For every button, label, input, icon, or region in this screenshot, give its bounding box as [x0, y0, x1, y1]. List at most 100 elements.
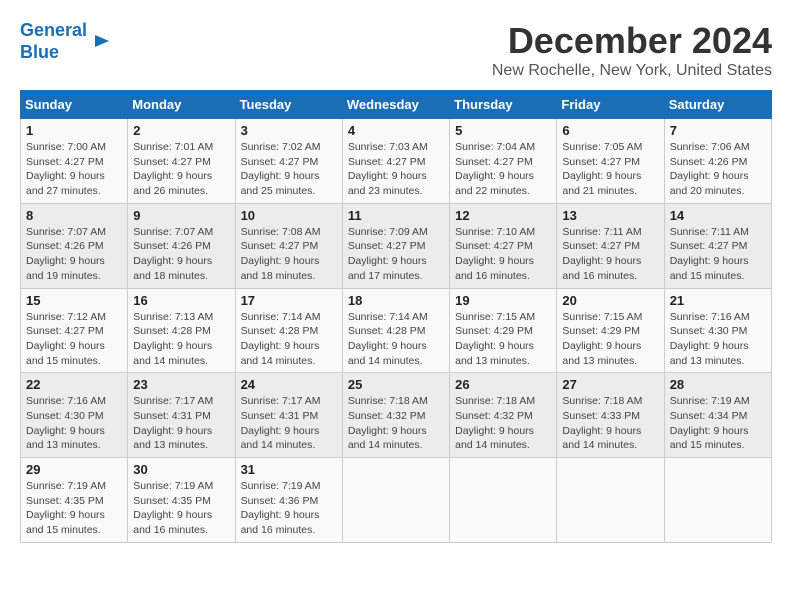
day-info: Sunrise: 7:06 AM Sunset: 4:26 PM Dayligh… [670, 140, 766, 199]
calendar-day-cell: 11 Sunrise: 7:09 AM Sunset: 4:27 PM Dayli… [342, 203, 449, 288]
logo: GeneralBlue [20, 20, 111, 63]
calendar-day-cell: 22 Sunrise: 7:16 AM Sunset: 4:30 PM Dayli… [21, 373, 128, 458]
calendar-header-cell: Saturday [664, 91, 771, 119]
day-number: 2 [133, 123, 229, 138]
day-info: Sunrise: 7:12 AM Sunset: 4:27 PM Dayligh… [26, 310, 122, 369]
calendar-day-cell: 18Sunrise: 7:14 AM Sunset: 4:28 PM Dayli… [342, 288, 449, 373]
day-number: 31 [241, 462, 337, 477]
calendar-day-cell: 1Sunrise: 7:00 AM Sunset: 4:27 PM Daylig… [21, 119, 128, 204]
calendar-header-cell: Monday [128, 91, 235, 119]
day-number: 3 [241, 123, 337, 138]
day-number: 1 [26, 123, 122, 138]
day-number: 18 [348, 293, 444, 308]
calendar-day-cell: 7 Sunrise: 7:06 AM Sunset: 4:26 PM Daylig… [664, 119, 771, 204]
calendar-day-cell: 26 Sunrise: 7:18 AM Sunset: 4:32 PM Dayli… [450, 373, 557, 458]
calendar-header-cell: Thursday [450, 91, 557, 119]
day-info: Sunrise: 7:19 AM Sunset: 4:35 PM Dayligh… [26, 479, 122, 538]
calendar-day-cell: 15 Sunrise: 7:12 AM Sunset: 4:27 PM Dayli… [21, 288, 128, 373]
calendar-header-cell: Friday [557, 91, 664, 119]
calendar-header-cell: Tuesday [235, 91, 342, 119]
day-number: 30 [133, 462, 229, 477]
calendar-day-cell: 13 Sunrise: 7:11 AM Sunset: 4:27 PM Dayli… [557, 203, 664, 288]
calendar-day-cell: 23 Sunrise: 7:17 AM Sunset: 4:31 PM Dayli… [128, 373, 235, 458]
day-info: Sunrise: 7:07 AM Sunset: 4:26 PM Dayligh… [26, 225, 122, 284]
day-number: 10 [241, 208, 337, 223]
calendar-day-cell: 14 Sunrise: 7:11 AM Sunset: 4:27 PM Dayli… [664, 203, 771, 288]
day-number: 22 [26, 377, 122, 392]
day-info: Sunrise: 7:16 AM Sunset: 4:30 PM Dayligh… [26, 394, 122, 453]
day-number: 13 [562, 208, 658, 223]
calendar-day-cell: 20 Sunrise: 7:15 AM Sunset: 4:29 PM Dayli… [557, 288, 664, 373]
day-number: 15 [26, 293, 122, 308]
day-info: Sunrise: 7:08 AM Sunset: 4:27 PM Dayligh… [241, 225, 337, 284]
day-info: Sunrise: 7:17 AM Sunset: 4:31 PM Dayligh… [133, 394, 229, 453]
day-info: Sunrise: 7:07 AM Sunset: 4:26 PM Dayligh… [133, 225, 229, 284]
calendar-title: December 2024 [492, 20, 772, 62]
calendar-day-cell: 3 Sunrise: 7:02 AM Sunset: 4:27 PM Daylig… [235, 119, 342, 204]
calendar-week-row: 29Sunrise: 7:19 AM Sunset: 4:35 PM Dayli… [21, 458, 772, 543]
day-info: Sunrise: 7:14 AM Sunset: 4:28 PM Dayligh… [241, 310, 337, 369]
day-number: 19 [455, 293, 551, 308]
calendar-week-row: 22 Sunrise: 7:16 AM Sunset: 4:30 PM Dayli… [21, 373, 772, 458]
day-info: Sunrise: 7:11 AM Sunset: 4:27 PM Dayligh… [670, 225, 766, 284]
day-number: 11 [348, 208, 444, 223]
title-section: December 2024 New Rochelle, New York, Un… [492, 20, 772, 80]
logo-icon [91, 31, 111, 51]
day-number: 17 [241, 293, 337, 308]
day-number: 20 [562, 293, 658, 308]
calendar-day-cell: 9 Sunrise: 7:07 AM Sunset: 4:26 PM Daylig… [128, 203, 235, 288]
day-number: 8 [26, 208, 122, 223]
day-info: Sunrise: 7:15 AM Sunset: 4:29 PM Dayligh… [455, 310, 551, 369]
day-info: Sunrise: 7:19 AM Sunset: 4:34 PM Dayligh… [670, 394, 766, 453]
calendar-day-cell: 8 Sunrise: 7:07 AM Sunset: 4:26 PM Daylig… [21, 203, 128, 288]
calendar-day-cell: 4Sunrise: 7:03 AM Sunset: 4:27 PM Daylig… [342, 119, 449, 204]
day-number: 25 [348, 377, 444, 392]
day-info: Sunrise: 7:09 AM Sunset: 4:27 PM Dayligh… [348, 225, 444, 284]
calendar-table: SundayMondayTuesdayWednesdayThursdayFrid… [20, 90, 772, 543]
day-number: 12 [455, 208, 551, 223]
calendar-day-cell: 17 Sunrise: 7:14 AM Sunset: 4:28 PM Dayli… [235, 288, 342, 373]
day-info: Sunrise: 7:10 AM Sunset: 4:27 PM Dayligh… [455, 225, 551, 284]
calendar-day-cell: 5 Sunrise: 7:04 AM Sunset: 4:27 PM Daylig… [450, 119, 557, 204]
day-info: Sunrise: 7:13 AM Sunset: 4:28 PM Dayligh… [133, 310, 229, 369]
calendar-subtitle: New Rochelle, New York, United States [492, 62, 772, 80]
calendar-day-cell [557, 458, 664, 543]
day-number: 5 [455, 123, 551, 138]
calendar-week-row: 15 Sunrise: 7:12 AM Sunset: 4:27 PM Dayli… [21, 288, 772, 373]
day-info: Sunrise: 7:02 AM Sunset: 4:27 PM Dayligh… [241, 140, 337, 199]
day-info: Sunrise: 7:18 AM Sunset: 4:33 PM Dayligh… [562, 394, 658, 453]
day-number: 23 [133, 377, 229, 392]
calendar-day-cell [342, 458, 449, 543]
calendar-week-row: 1Sunrise: 7:00 AM Sunset: 4:27 PM Daylig… [21, 119, 772, 204]
day-info: Sunrise: 7:04 AM Sunset: 4:27 PM Dayligh… [455, 140, 551, 199]
day-info: Sunrise: 7:01 AM Sunset: 4:27 PM Dayligh… [133, 140, 229, 199]
calendar-day-cell [664, 458, 771, 543]
day-number: 16 [133, 293, 229, 308]
day-number: 28 [670, 377, 766, 392]
day-info: Sunrise: 7:03 AM Sunset: 4:27 PM Dayligh… [348, 140, 444, 199]
logo-text: GeneralBlue [20, 20, 87, 63]
day-number: 24 [241, 377, 337, 392]
calendar-day-cell: 10 Sunrise: 7:08 AM Sunset: 4:27 PM Dayli… [235, 203, 342, 288]
calendar-header-row: SundayMondayTuesdayWednesdayThursdayFrid… [21, 91, 772, 119]
day-number: 21 [670, 293, 766, 308]
calendar-header-cell: Sunday [21, 91, 128, 119]
day-info: Sunrise: 7:19 AM Sunset: 4:36 PM Dayligh… [241, 479, 337, 538]
day-info: Sunrise: 7:15 AM Sunset: 4:29 PM Dayligh… [562, 310, 658, 369]
day-number: 14 [670, 208, 766, 223]
day-info: Sunrise: 7:17 AM Sunset: 4:31 PM Dayligh… [241, 394, 337, 453]
day-number: 26 [455, 377, 551, 392]
day-number: 27 [562, 377, 658, 392]
calendar-day-cell: 30Sunrise: 7:19 AM Sunset: 4:35 PM Dayli… [128, 458, 235, 543]
calendar-day-cell: 25 Sunrise: 7:18 AM Sunset: 4:32 PM Dayli… [342, 373, 449, 458]
calendar-day-cell: 28 Sunrise: 7:19 AM Sunset: 4:34 PM Dayli… [664, 373, 771, 458]
calendar-day-cell: 24 Sunrise: 7:17 AM Sunset: 4:31 PM Dayli… [235, 373, 342, 458]
day-info: Sunrise: 7:18 AM Sunset: 4:32 PM Dayligh… [455, 394, 551, 453]
day-number: 9 [133, 208, 229, 223]
calendar-day-cell: 16 Sunrise: 7:13 AM Sunset: 4:28 PM Dayli… [128, 288, 235, 373]
day-info: Sunrise: 7:18 AM Sunset: 4:32 PM Dayligh… [348, 394, 444, 453]
calendar-header-cell: Wednesday [342, 91, 449, 119]
day-number: 7 [670, 123, 766, 138]
calendar-day-cell: 2 Sunrise: 7:01 AM Sunset: 4:27 PM Daylig… [128, 119, 235, 204]
day-info: Sunrise: 7:11 AM Sunset: 4:27 PM Dayligh… [562, 225, 658, 284]
